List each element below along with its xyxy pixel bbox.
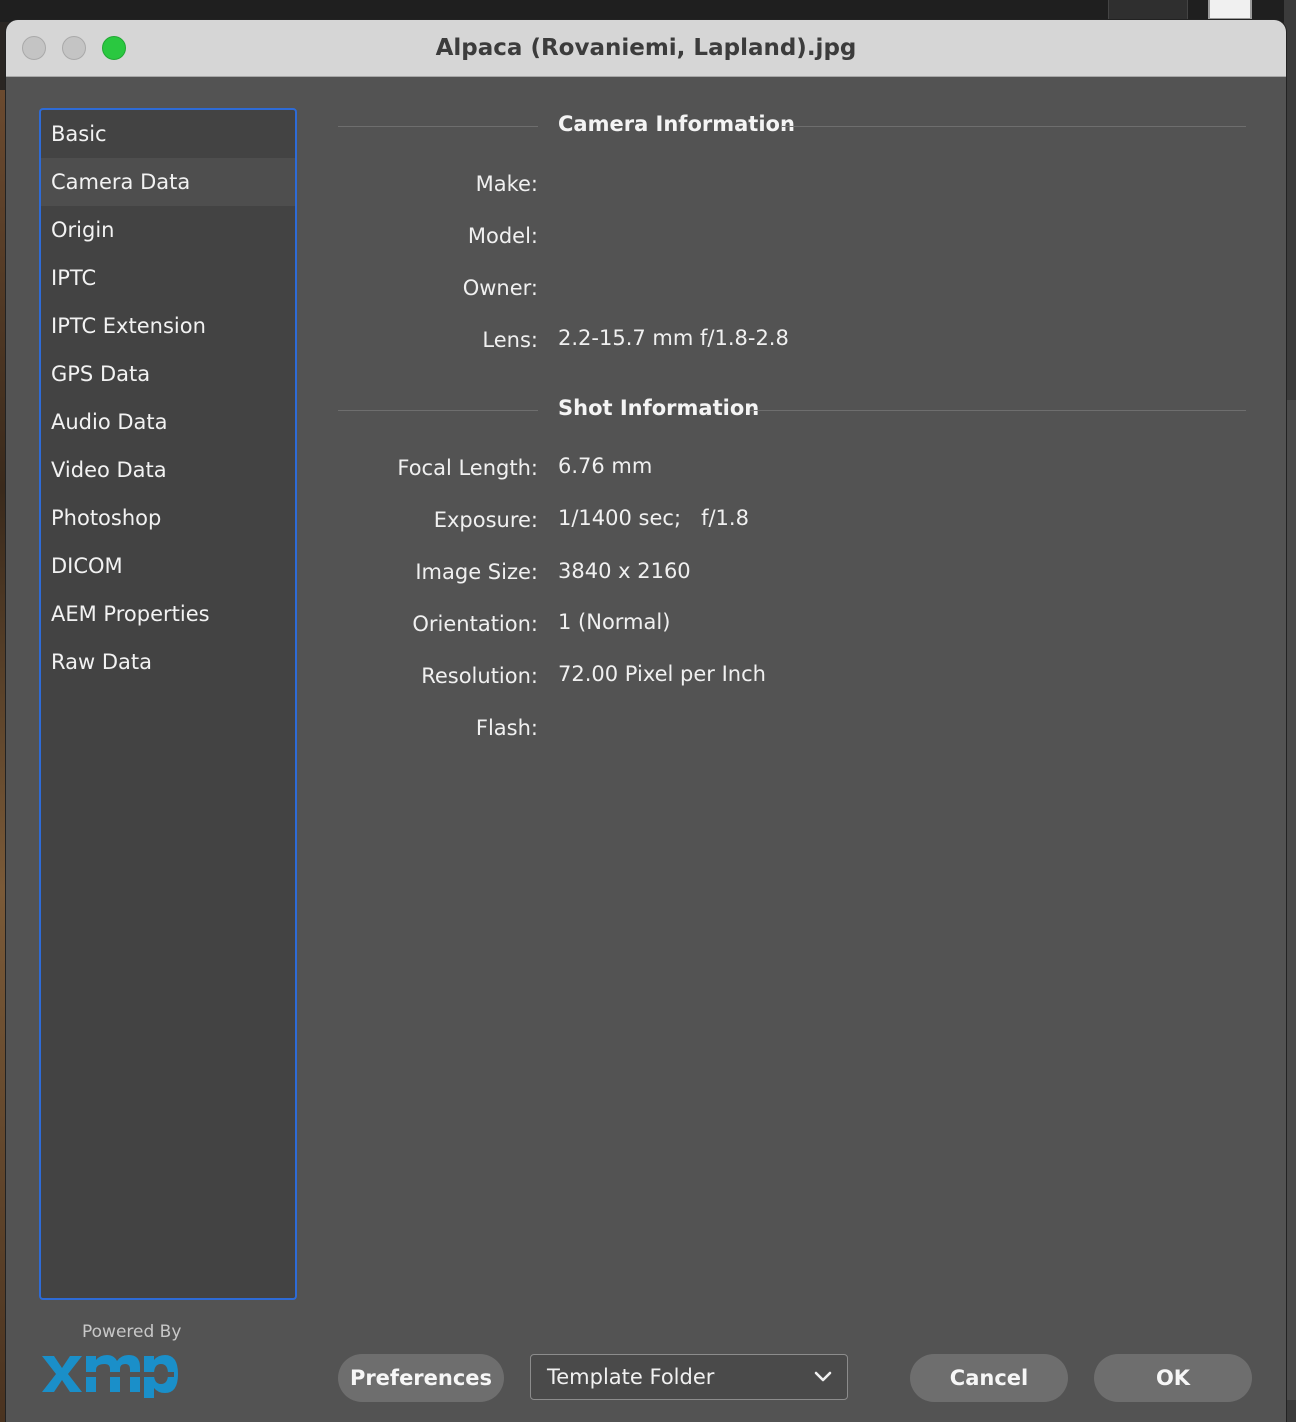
model-label: Model:: [467, 224, 538, 248]
sidebar-item-photoshop[interactable]: Photoshop: [41, 494, 295, 542]
sidebar-item-gps-data[interactable]: GPS Data: [41, 350, 295, 398]
powered-by-label: Powered By: [82, 1322, 182, 1342]
section-rule-left: [338, 126, 538, 127]
section-rule-left: [338, 410, 538, 411]
focal-length-value[interactable]: 6.76 mm: [558, 454, 652, 478]
exposure-label: Exposure:: [433, 508, 538, 532]
sidebar-item-raw-data[interactable]: Raw Data: [41, 638, 295, 686]
shot-information-heading: Shot Information: [558, 396, 760, 420]
lens-label: Lens:: [482, 328, 538, 352]
category-list[interactable]: Basic Camera Data Origin IPTC IPTC Exten…: [39, 108, 297, 1300]
background-color-swatch: [1208, 0, 1252, 20]
sidebar-item-audio-data[interactable]: Audio Data: [41, 398, 295, 446]
background-tool-cell: [1108, 0, 1188, 20]
chevron-down-icon: [814, 1371, 832, 1382]
flash-label: Flash:: [475, 716, 538, 740]
image-size-label: Image Size:: [415, 560, 538, 584]
xmp-logo-icon: [42, 1355, 178, 1398]
title-bar[interactable]: Alpaca (Rovaniemi, Lapland).jpg: [6, 20, 1286, 77]
owner-label: Owner:: [462, 276, 538, 300]
file-info-dialog: Alpaca (Rovaniemi, Lapland).jpg Basic Ca…: [6, 20, 1286, 1422]
section-rule-right: [750, 410, 1246, 411]
resolution-label: Resolution:: [421, 664, 538, 688]
focal-length-label: Focal Length:: [397, 456, 538, 480]
ok-button[interactable]: OK: [1094, 1354, 1252, 1402]
sidebar-item-basic[interactable]: Basic: [41, 110, 295, 158]
sidebar-item-dicom[interactable]: DICOM: [41, 542, 295, 590]
sidebar-item-aem-properties[interactable]: AEM Properties: [41, 590, 295, 638]
desktop-menubar-strip: [0, 0, 1296, 22]
template-folder-dropdown[interactable]: Template Folder: [530, 1354, 848, 1400]
lens-value[interactable]: 2.2-15.7 mm f/1.8-2.8: [558, 326, 789, 350]
resolution-value[interactable]: 72.00 Pixel per Inch: [558, 662, 766, 686]
exposure-value[interactable]: 1/1400 sec; f/1.8: [558, 506, 749, 530]
preferences-button[interactable]: Preferences: [338, 1354, 504, 1402]
make-label: Make:: [475, 172, 538, 196]
camera-information-heading: Camera Information: [558, 112, 795, 136]
orientation-label: Orientation:: [412, 612, 538, 636]
section-rule-right: [782, 126, 1246, 127]
window-title: Alpaca (Rovaniemi, Lapland).jpg: [435, 35, 857, 61]
template-folder-value: Template Folder: [547, 1365, 715, 1389]
cancel-button[interactable]: Cancel: [910, 1354, 1068, 1402]
sidebar-item-origin[interactable]: Origin: [41, 206, 295, 254]
image-size-value[interactable]: 3840 x 2160: [558, 559, 691, 583]
sidebar-item-iptc[interactable]: IPTC: [41, 254, 295, 302]
sidebar-item-video-data[interactable]: Video Data: [41, 446, 295, 494]
orientation-value[interactable]: 1 (Normal): [558, 610, 670, 634]
sidebar-item-iptc-extension[interactable]: IPTC Extension: [41, 302, 295, 350]
sidebar-item-camera-data[interactable]: Camera Data: [41, 158, 295, 206]
